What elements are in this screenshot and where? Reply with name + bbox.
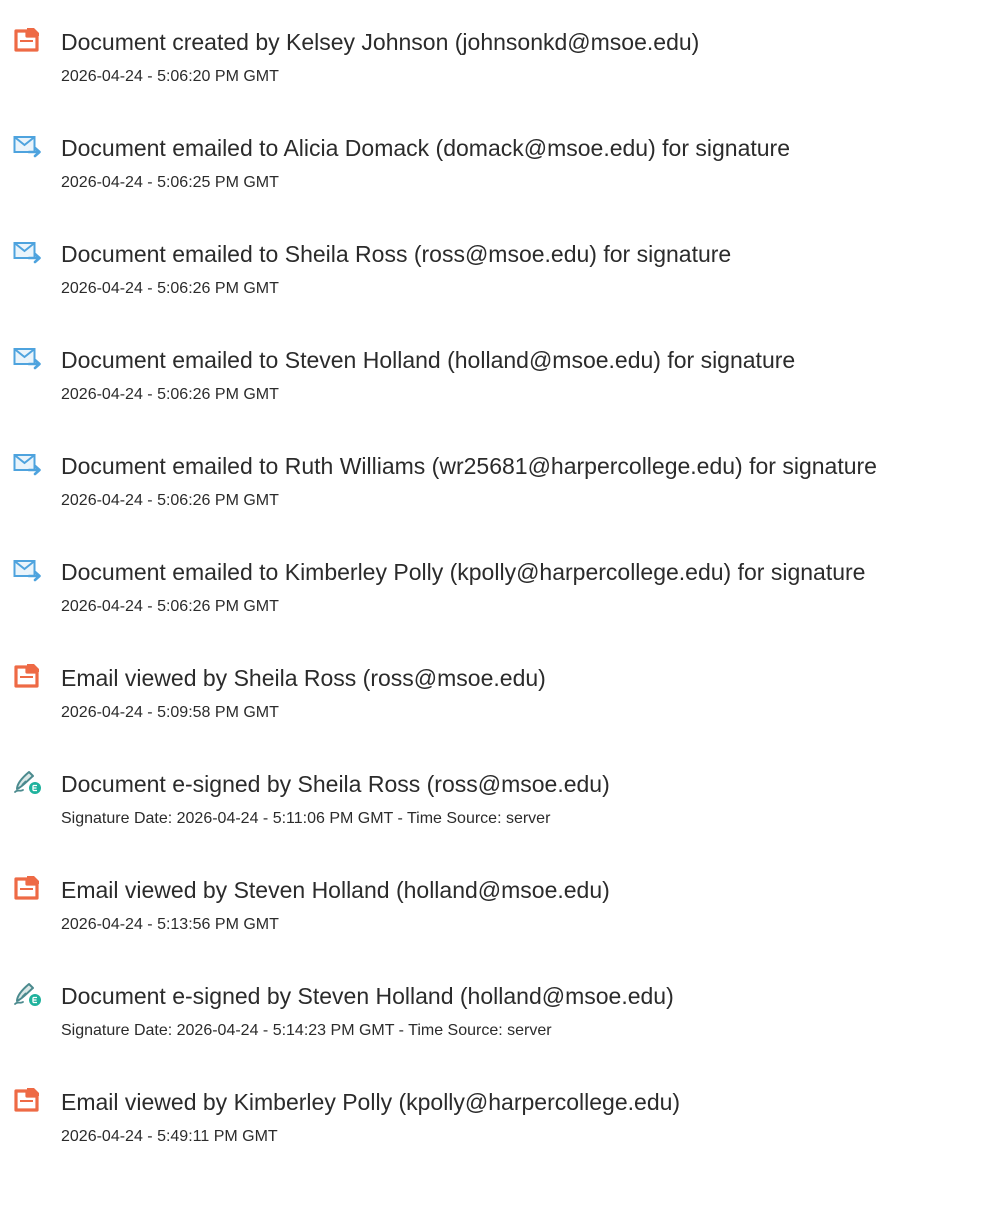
audit-event: Document emailed to Alicia Domack (domac…	[0, 121, 1007, 211]
event-timestamp: 2026-04-24 - 5:06:26 PM GMT	[61, 386, 279, 403]
event-title: Document emailed to Ruth Williams (wr256…	[61, 453, 877, 479]
audit-event: Email viewed by Kimberley Polly (kpolly@…	[0, 1075, 1007, 1165]
email-sent-icon	[13, 239, 43, 265]
document-viewed-icon	[13, 663, 43, 689]
document-viewed-icon-graphic	[14, 1088, 39, 1112]
document-viewed-icon-graphic	[14, 664, 39, 688]
event-title: Document emailed to Sheila Ross (ross@ms…	[61, 241, 732, 267]
audit-event: Document emailed to Ruth Williams (wr256…	[0, 439, 1007, 529]
email-sent-icon-graphic	[13, 136, 41, 158]
event-title: Document emailed to Kimberley Polly (kpo…	[61, 559, 866, 585]
e-signed-icon-graphic	[14, 983, 41, 1006]
event-title: Document emailed to Alicia Domack (domac…	[61, 135, 790, 161]
event-title: Email viewed by Steven Holland (holland@…	[61, 877, 610, 903]
event-timestamp: 2026-04-24 - 5:06:26 PM GMT	[61, 598, 279, 615]
email-sent-icon-graphic	[13, 348, 41, 370]
e-signed-icon-graphic	[14, 771, 41, 794]
event-timestamp: 2026-04-24 - 5:06:25 PM GMT	[61, 174, 279, 191]
audit-event: Document e-signed by Steven Holland (hol…	[0, 969, 1007, 1059]
email-sent-icon-graphic	[13, 454, 41, 476]
event-title: Email viewed by Kimberley Polly (kpolly@…	[61, 1089, 681, 1115]
audit-event: Document emailed to Sheila Ross (ross@ms…	[0, 227, 1007, 317]
document-created-icon	[13, 27, 43, 53]
event-signature-date: Signature Date: 2026-04-24 - 5:11:06 PM …	[61, 810, 551, 827]
event-timestamp: 2026-04-24 - 5:06:20 PM GMT	[61, 68, 279, 85]
event-title: Document emailed to Steven Holland (holl…	[61, 347, 796, 373]
audit-event: Email viewed by Steven Holland (holland@…	[0, 863, 1007, 953]
audit-event: Document e-signed by Sheila Ross (ross@m…	[0, 757, 1007, 847]
email-sent-icon-graphic	[13, 242, 41, 264]
audit-event: Document emailed to Kimberley Polly (kpo…	[0, 545, 1007, 635]
e-signed-icon	[13, 981, 43, 1007]
document-created-icon-graphic	[14, 28, 39, 52]
event-timestamp: 2026-04-24 - 5:06:26 PM GMT	[61, 280, 279, 297]
event-timestamp: 2026-04-24 - 5:06:26 PM GMT	[61, 492, 279, 509]
document-viewed-icon	[13, 1087, 43, 1113]
email-sent-icon	[13, 451, 43, 477]
document-viewed-icon-graphic	[14, 876, 39, 900]
event-timestamp: 2026-04-24 - 5:13:56 PM GMT	[61, 916, 279, 933]
event-title: Document e-signed by Sheila Ross (ross@m…	[61, 771, 610, 797]
email-sent-icon	[13, 345, 43, 371]
email-sent-icon-graphic	[13, 560, 41, 582]
event-title: Email viewed by Sheila Ross (ross@msoe.e…	[61, 665, 546, 691]
event-title: Document created by Kelsey Johnson (john…	[61, 29, 700, 55]
event-title: Document e-signed by Steven Holland (hol…	[61, 983, 674, 1009]
event-timestamp: 2026-04-24 - 5:09:58 PM GMT	[61, 704, 279, 721]
event-signature-date: Signature Date: 2026-04-24 - 5:14:23 PM …	[61, 1022, 552, 1039]
audit-event: Document emailed to Steven Holland (holl…	[0, 333, 1007, 423]
audit-event: Document created by Kelsey Johnson (john…	[0, 15, 1007, 105]
event-timestamp: 2026-04-24 - 5:49:11 PM GMT	[61, 1128, 278, 1145]
e-signed-icon	[13, 769, 43, 795]
audit-event: Email viewed by Sheila Ross (ross@msoe.e…	[0, 651, 1007, 741]
email-sent-icon	[13, 557, 43, 583]
email-sent-icon	[13, 133, 43, 159]
document-viewed-icon	[13, 875, 43, 901]
